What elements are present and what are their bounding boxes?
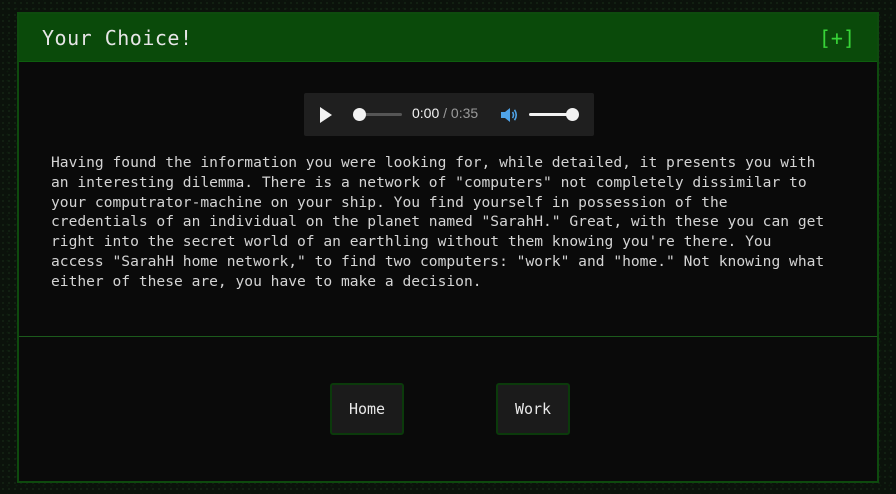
choice-dialog: Your Choice! [+] 0:00 / 0:35 Having foun… (17, 12, 879, 483)
story-text: Having found the information you were lo… (51, 154, 825, 290)
work-choice-button[interactable]: Work (496, 383, 570, 435)
seek-slider-thumb[interactable] (353, 108, 366, 121)
time-readout: 0:00 / 0:35 (412, 105, 478, 121)
dialog-body: 0:00 / 0:35 Having found the information… (19, 62, 877, 337)
current-time: 0:00 (412, 105, 440, 121)
audio-player: 0:00 / 0:35 (304, 93, 594, 136)
dialog-title: Your Choice! (42, 26, 193, 50)
dialog-header: Your Choice! [+] (19, 14, 877, 62)
expand-toggle-button[interactable]: [+] (819, 26, 855, 50)
volume-icon[interactable] (499, 106, 519, 124)
home-choice-button[interactable]: Home (330, 383, 404, 435)
choice-buttons: Home Work (19, 336, 877, 482)
duration-time: 0:35 (450, 105, 479, 121)
time-separator: / (439, 105, 451, 121)
volume-slider-track[interactable] (529, 113, 569, 116)
volume-slider-thumb[interactable] (566, 108, 579, 121)
play-icon[interactable] (320, 107, 332, 123)
